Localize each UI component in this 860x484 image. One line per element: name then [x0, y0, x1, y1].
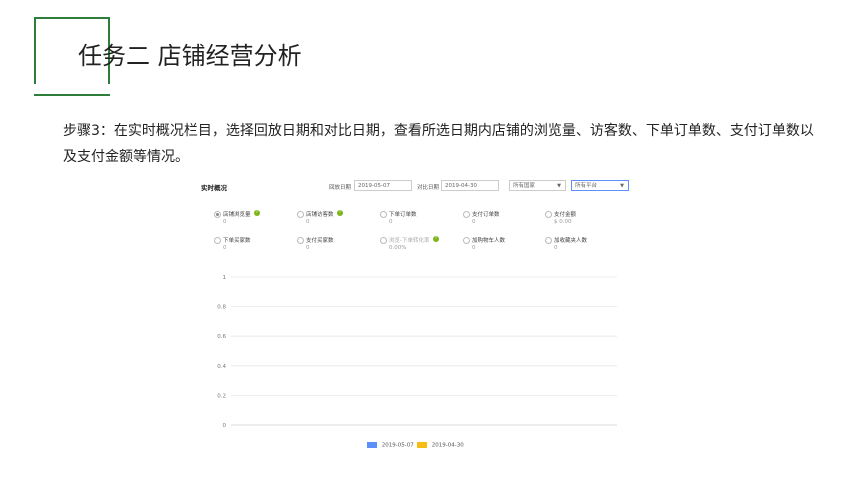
platform-select[interactable]: 所有平台 ▼	[571, 180, 629, 191]
metric-radio[interactable]	[545, 237, 552, 244]
metric-radio[interactable]	[463, 211, 470, 218]
metric-name: 加购物车人数	[472, 238, 506, 244]
legend-swatch-series-2	[417, 442, 427, 448]
title-frame-top	[34, 17, 110, 19]
metric-radio[interactable]	[545, 211, 552, 218]
chevron-down-icon: ▼	[557, 183, 561, 189]
metric-value: 0	[554, 245, 558, 251]
panel-title: 实时概况	[201, 184, 227, 192]
slide-title: 任务二 店铺经营分析	[78, 42, 302, 70]
metric-value: $ 0.00	[554, 219, 572, 225]
y-tick-label: 0.2	[217, 393, 226, 399]
metric-radio[interactable]	[380, 211, 387, 218]
metric-name: 店铺浏览量	[223, 212, 251, 218]
metric-value: 0	[472, 219, 476, 225]
y-tick-label: 0.4	[217, 364, 226, 370]
metric-value: 0	[389, 219, 393, 225]
y-tick-label: 0.8	[217, 305, 226, 311]
metric-radio[interactable]	[297, 237, 304, 244]
realtime-overview-panel: 实时概况 回放日期 2019-05-07 对比日期 2019-04-30 所有国…	[195, 174, 629, 464]
metric-radio[interactable]	[214, 211, 221, 218]
title-underline	[34, 94, 110, 96]
metric-value: 0	[306, 219, 310, 225]
metric-value: 0	[223, 245, 227, 251]
legend-label: 2019-05-07	[381, 442, 414, 449]
metric-radio[interactable]	[297, 211, 304, 218]
y-tick-label: 0.6	[217, 334, 226, 340]
chevron-down-icon: ▼	[620, 183, 624, 189]
compare-date-label: 对比日期	[417, 185, 440, 191]
metric-name: 下单订单数	[389, 212, 417, 218]
title-frame-left	[34, 17, 36, 84]
legend-label: 2019-04-30	[431, 442, 464, 449]
metric-name: 加收藏夹人数	[554, 238, 588, 244]
metric-name: 店铺访客数	[306, 212, 334, 218]
metric-radio[interactable]	[463, 237, 470, 244]
replay-date-input[interactable]: 2019-05-07	[354, 180, 412, 191]
metric-name: 下单买家数	[223, 238, 251, 244]
step-instruction: 步骤3：在实时概况栏目，选择回放日期和对比日期，查看所选日期内店铺的浏览量、访客…	[63, 123, 814, 165]
help-icon[interactable]: ?	[254, 210, 260, 216]
metric-radio[interactable]	[380, 237, 387, 244]
compare-date-input[interactable]: 2019-04-30	[441, 180, 499, 191]
metric-radio[interactable]	[214, 237, 221, 244]
y-tick-label: 1	[223, 275, 227, 281]
trend-line-chart: 0 0.2 0.4 0.6 0.8 1	[217, 275, 617, 429]
legend-swatch-series-1	[367, 442, 377, 448]
metric-value: 0.00%	[389, 245, 407, 251]
metric-value: 0	[472, 245, 476, 251]
metric-name: 支付买家数	[306, 238, 334, 244]
metric-value: 0	[306, 245, 310, 251]
help-icon[interactable]: ?	[337, 210, 343, 216]
y-tick-label: 0	[223, 423, 227, 429]
metric-name: 支付订单数	[472, 212, 500, 218]
legend-item[interactable]: 2019-05-07	[367, 442, 414, 449]
metric-value: 0	[223, 219, 227, 225]
metric-name: 浏览-下单转化率	[389, 238, 430, 244]
replay-date-label: 回放日期	[329, 185, 352, 191]
legend-item[interactable]: 2019-04-30	[417, 442, 464, 449]
region-select-value: 所有国家	[513, 183, 536, 189]
help-icon[interactable]: ?	[433, 236, 439, 242]
metric-name: 支付金额	[554, 212, 577, 218]
platform-select-value: 所有平台	[575, 183, 598, 189]
region-select[interactable]: 所有国家 ▼	[509, 180, 566, 191]
